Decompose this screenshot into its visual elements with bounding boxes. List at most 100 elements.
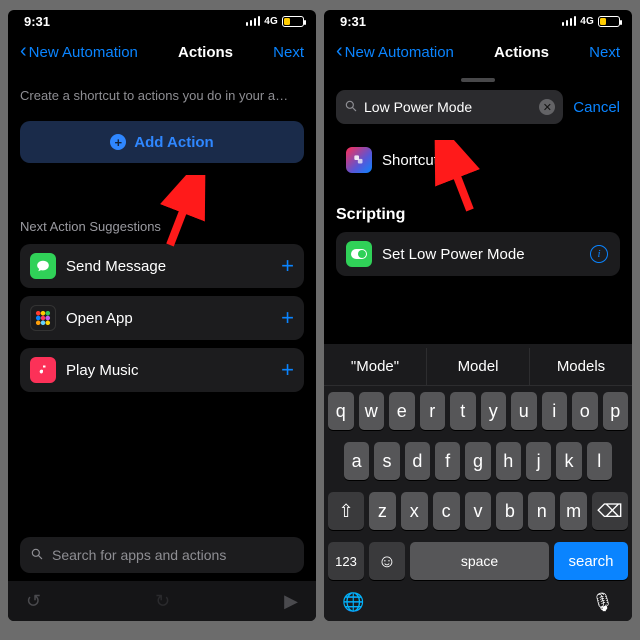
key-q[interactable]: q (328, 392, 354, 430)
key-n[interactable]: n (528, 492, 555, 530)
add-action-button[interactable]: + Add Action (20, 121, 304, 163)
plus-icon: + (281, 357, 294, 383)
nav-bar: ‹ New Automation Actions Next (8, 32, 316, 72)
key-i[interactable]: i (542, 392, 568, 430)
key-123[interactable]: 123 (328, 542, 364, 580)
status-time: 9:31 (24, 14, 50, 29)
suggestion-open-app[interactable]: Open App + (20, 296, 304, 340)
key-f[interactable]: f (435, 442, 460, 480)
key-p[interactable]: p (603, 392, 629, 430)
back-button[interactable]: ‹ New Automation (20, 43, 138, 61)
suggestion-label: Send Message (66, 258, 271, 275)
suggestion-send-message[interactable]: Send Message + (20, 244, 304, 288)
back-label: New Automation (29, 44, 138, 61)
key-j[interactable]: j (526, 442, 551, 480)
mic-icon[interactable]: 🎙 (591, 592, 614, 613)
next-button[interactable]: Next (589, 44, 620, 61)
section-suggestions-header: Next Action Suggestions (20, 219, 304, 234)
key-search[interactable]: search (554, 542, 628, 580)
key-shift[interactable]: ⇧ (328, 492, 364, 530)
battery-icon (598, 16, 620, 27)
suggestion-2[interactable]: Model (427, 348, 530, 385)
signal-icon (246, 16, 261, 26)
run-button[interactable]: ▶ (284, 591, 298, 612)
key-backspace[interactable]: ⌫ (592, 492, 628, 530)
suggestion-3[interactable]: Models (530, 348, 632, 385)
search-apps-actions[interactable]: Search for apps and actions (20, 537, 304, 573)
bottom-toolbar: ↺ ↻ ▶ (8, 581, 316, 621)
messages-icon (30, 253, 56, 279)
result-label: Set Low Power Mode (382, 246, 610, 263)
search-placeholder: Search for apps and actions (52, 547, 226, 563)
key-w[interactable]: w (359, 392, 385, 430)
key-e[interactable]: e (389, 392, 415, 430)
key-t[interactable]: t (450, 392, 476, 430)
toggle-icon (346, 241, 372, 267)
search-field[interactable]: Low Power Mode ✕ (336, 90, 563, 124)
sheet-grabber[interactable] (461, 78, 495, 82)
suggestion-play-music[interactable]: Play Music + (20, 348, 304, 392)
key-y[interactable]: y (481, 392, 507, 430)
key-z[interactable]: z (369, 492, 396, 530)
key-k[interactable]: k (556, 442, 581, 480)
category-shortcuts[interactable]: Shortcuts (336, 138, 620, 182)
status-bar: 9:31 4G (324, 10, 632, 32)
cancel-button[interactable]: Cancel (573, 99, 620, 116)
search-icon (344, 99, 358, 116)
page-title: Actions (178, 44, 233, 61)
apps-grid-icon (30, 305, 56, 331)
key-o[interactable]: o (572, 392, 598, 430)
category-label: Shortcuts (382, 152, 610, 169)
section-scripting-header: Scripting (324, 200, 632, 232)
plus-icon: + (281, 253, 294, 279)
search-icon (30, 547, 44, 564)
key-x[interactable]: x (401, 492, 428, 530)
key-u[interactable]: u (511, 392, 537, 430)
suggestion-1[interactable]: "Mode" (324, 348, 427, 385)
key-v[interactable]: v (465, 492, 492, 530)
nav-bar: ‹ New Automation Actions Next (324, 32, 632, 72)
key-b[interactable]: b (496, 492, 523, 530)
status-bar: 9:31 4G (8, 10, 316, 32)
key-d[interactable]: d (405, 442, 430, 480)
key-h[interactable]: h (496, 442, 521, 480)
back-label: New Automation (345, 44, 454, 61)
key-a[interactable]: a (344, 442, 369, 480)
suggestion-label: Open App (66, 310, 271, 327)
keyboard-suggestions: "Mode" Model Models (324, 348, 632, 386)
undo-button[interactable]: ↺ (26, 591, 41, 612)
key-g[interactable]: g (465, 442, 490, 480)
add-action-label: Add Action (134, 134, 213, 151)
plus-icon: + (281, 305, 294, 331)
status-network: 4G (264, 16, 278, 27)
key-r[interactable]: r (420, 392, 446, 430)
keyboard: "Mode" Model Models q w e r t y u i o p … (324, 344, 632, 621)
status-time: 9:31 (340, 14, 366, 29)
status-network: 4G (580, 16, 594, 27)
shortcuts-icon (346, 147, 372, 173)
battery-icon (282, 16, 304, 27)
redo-button[interactable]: ↻ (155, 591, 170, 612)
key-space[interactable]: space (410, 542, 549, 580)
suggestion-label: Play Music (66, 362, 271, 379)
key-s[interactable]: s (374, 442, 399, 480)
phone-right: 9:31 4G ‹ New Automation Actions Next Lo… (324, 10, 632, 621)
result-set-low-power-mode[interactable]: Set Low Power Mode i (336, 232, 620, 276)
chevron-left-icon: ‹ (20, 41, 27, 61)
key-m[interactable]: m (560, 492, 587, 530)
phone-left: 9:31 4G ‹ New Automation Actions Next Cr… (8, 10, 316, 621)
plus-circle-icon: + (110, 134, 126, 150)
hint-text: Create a shortcut to actions you do in y… (20, 88, 304, 103)
chevron-left-icon: ‹ (336, 41, 343, 61)
clear-search-icon[interactable]: ✕ (539, 99, 555, 115)
next-button[interactable]: Next (273, 44, 304, 61)
info-icon[interactable]: i (590, 245, 608, 263)
key-l[interactable]: l (587, 442, 612, 480)
signal-icon (562, 16, 577, 26)
search-value: Low Power Mode (364, 99, 472, 115)
key-emoji[interactable]: ☺ (369, 542, 405, 580)
page-title: Actions (494, 44, 549, 61)
back-button[interactable]: ‹ New Automation (336, 43, 454, 61)
key-c[interactable]: c (433, 492, 460, 530)
globe-icon[interactable]: 🌐 (342, 592, 364, 613)
